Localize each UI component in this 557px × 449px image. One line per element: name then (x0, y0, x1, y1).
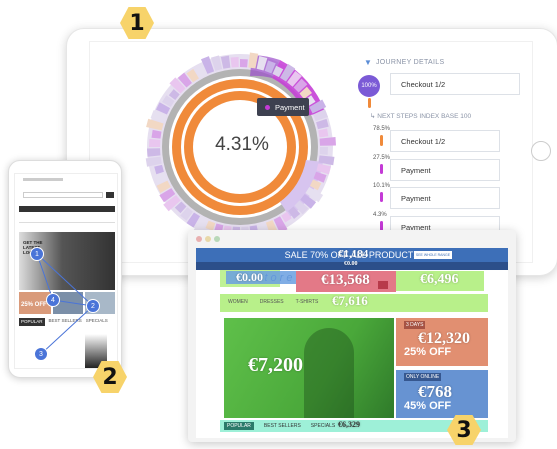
promo-1-tag: 3 DAYS (404, 321, 426, 329)
tooltip-label: Payment (275, 102, 305, 112)
step-4-percent: 4.3% (373, 212, 387, 218)
phone-screen: GET THE LATEST LOOKS 25% OFF POPULAR BES… (14, 173, 118, 369)
payment-legend-icon (265, 104, 270, 110)
step-3-card[interactable]: Payment (390, 187, 500, 209)
step-2-percent: 27.5% (373, 155, 391, 161)
tabs-overlay-value: €6,329 (338, 420, 360, 429)
start-step-card[interactable]: Checkout 1/2 (390, 73, 520, 95)
sunburst-segment[interactable] (230, 57, 239, 68)
tab-specials[interactable]: SPECIALS (311, 423, 335, 429)
tab-best-sellers[interactable]: BEST SELLERS (264, 423, 301, 429)
journey-details-title: JOURNEY DETAILS (376, 59, 445, 66)
basket-overlay-value: €13,568 (321, 272, 370, 288)
start-step-bar (368, 98, 371, 108)
window-minimize-dot[interactable] (205, 236, 211, 242)
next-steps-text: NEXT STEPS INDEX BASE 100 (377, 113, 472, 120)
marker-1[interactable]: 1 (30, 247, 44, 261)
hero-overlay-value: €7,200 (248, 354, 303, 376)
promo-2-overlay-value: €768 (418, 382, 452, 401)
nav-women[interactable]: WOMEN (228, 299, 248, 305)
step-3-bar (380, 192, 383, 202)
tablet-home-button (531, 141, 551, 161)
desktop-window: SALE 70% OFF ALL PRODUCTS €1,184 SEE WHO… (188, 230, 516, 442)
phone-device: GET THE LATEST LOOKS 25% OFF POPULAR BES… (8, 160, 122, 378)
payment-tooltip: Payment (257, 98, 309, 116)
step-3-percent: 10.1% (373, 183, 391, 189)
nav-dresses[interactable]: DRESSES (260, 299, 284, 305)
window-maximize-dot[interactable] (214, 236, 220, 242)
window-close-dot[interactable] (196, 236, 202, 242)
promo-1-overlay-value: €12,320 (418, 330, 470, 347)
step-1-percent: 78.5% (373, 126, 391, 132)
category-links: WOMEN DRESSES T-SHIRTS (228, 299, 318, 305)
see-range-button[interactable]: SEE WHOLE RANGE (414, 251, 452, 259)
step-2-bar (380, 164, 383, 174)
center-percentage: 4.31% (215, 134, 269, 155)
sunburst-segment[interactable] (319, 147, 328, 155)
marker-2[interactable]: 2 (86, 299, 100, 313)
sunburst-segment[interactable] (240, 59, 248, 68)
filter-icon[interactable]: ▼ (364, 58, 372, 67)
start-percent-badge: 100% (358, 75, 380, 97)
search-icon[interactable] (378, 281, 388, 289)
sunburst-segment[interactable] (149, 138, 161, 147)
hero-model-image (304, 328, 354, 418)
step-1-bar (380, 135, 383, 146)
nav-overlay-value: €7,616 (332, 293, 368, 308)
marker-3[interactable]: 3 (34, 347, 48, 361)
top-nav-overlay-value: €0.00 (344, 261, 358, 267)
next-steps-label: ↳ NEXT STEPS INDEX BASE 100 (370, 113, 472, 120)
search-overlay-value: €0.00 (236, 270, 263, 284)
tab-popular[interactable]: POPULAR (224, 422, 254, 430)
phone-flow-lines (36, 253, 94, 355)
sunburst-segment[interactable] (147, 148, 161, 157)
step-1-card[interactable]: Checkout 1/2 (390, 130, 500, 152)
shop-page: SALE 70% OFF ALL PRODUCTS €1,184 SEE WHO… (196, 248, 508, 438)
promo-2-tag: ONLY ONLINE (404, 373, 442, 381)
marker-4[interactable]: 4 (46, 293, 60, 307)
nav-tshirts[interactable]: T-SHIRTS (296, 299, 319, 305)
account-overlay-value: €6,496 (420, 272, 459, 287)
step-2-card[interactable]: Payment (390, 159, 500, 181)
banner-overlay-value: €1,184 (338, 248, 369, 260)
